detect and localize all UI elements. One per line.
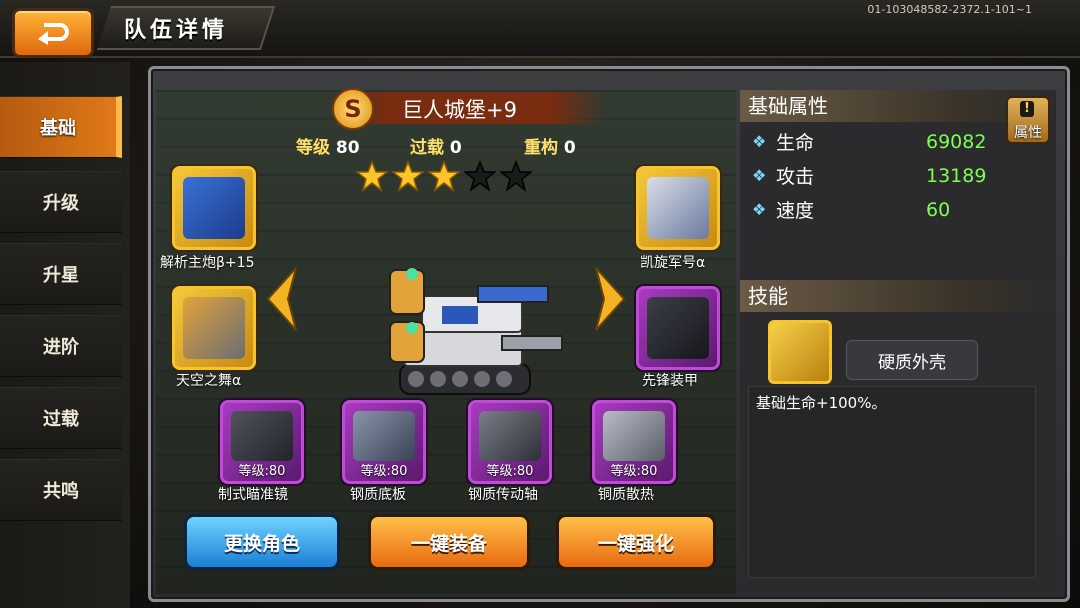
star-empty-icon <box>464 160 496 192</box>
part-label-heat-sink: 铜质散热 <box>598 487 654 503</box>
skill-name[interactable]: 硬质外壳 <box>846 340 978 380</box>
unit-overload: 过载 0 <box>410 133 462 158</box>
star-empty-icon <box>500 160 532 192</box>
star-filled-icon <box>356 160 388 192</box>
part-level: 等级:80 <box>238 464 286 479</box>
equip-label-sky-dance: 天空之舞α <box>176 373 242 389</box>
star-filled-icon <box>392 160 424 192</box>
attr-row-hp: ❖ 生命 69082 <box>752 128 986 155</box>
sidebar-item-advance[interactable]: 进阶 <box>0 315 122 377</box>
sidebar-item-label: 进阶 <box>43 337 79 358</box>
attributes-button-label: 属性 <box>1014 125 1042 141</box>
equip-slot-vanguard-armor[interactable] <box>636 286 720 370</box>
page-title-plate: 队伍详情 <box>96 6 276 50</box>
equip-slot-main-cannon[interactable] <box>172 166 256 250</box>
diamond-icon: ❖ <box>752 200 767 219</box>
attr-row-attack: ❖ 攻击 13189 <box>752 162 986 189</box>
sidebar-item-upgrade[interactable]: 升级 <box>0 171 122 233</box>
unit-name: 巨人城堡+9 <box>402 98 517 122</box>
sidebar-item-label: 升星 <box>43 265 79 286</box>
level-label: 等级 <box>296 138 330 158</box>
tank-illustration <box>389 268 563 395</box>
sidebar-item-overload[interactable]: 过载 <box>0 387 122 449</box>
skills-title: 技能 <box>740 280 1056 312</box>
armor-icon <box>647 297 709 359</box>
change-role-button[interactable]: 更换角色 <box>184 514 340 570</box>
overload-value: 0 <box>449 138 462 158</box>
level-value: 80 <box>335 138 360 158</box>
build-id: 01-103048582-2372.1-101~1 <box>867 3 1032 16</box>
shaft-icon <box>479 411 541 461</box>
plate-icon <box>353 411 415 461</box>
part-label-drive-shaft: 钢质传动轴 <box>468 487 538 503</box>
attr-value: 13189 <box>926 164 987 187</box>
back-button[interactable] <box>12 8 94 58</box>
sidebar-item-label: 共鸣 <box>43 481 79 502</box>
enhance-all-button[interactable]: 一键强化 <box>556 514 716 570</box>
next-unit-arrow-icon[interactable] <box>590 264 630 334</box>
part-slot-base-plate[interactable]: 等级:80 <box>342 400 426 484</box>
horn-icon <box>647 177 709 239</box>
equip-label-horn: 凯旋军号α <box>640 255 706 271</box>
attr-value: 69082 <box>926 130 987 153</box>
diamond-icon: ❖ <box>752 166 767 185</box>
sidebar-item-label: 过载 <box>43 409 79 430</box>
sidebar-item-label: 基础 <box>40 118 76 139</box>
part-slot-scope[interactable]: 等级:80 <box>220 400 304 484</box>
diamond-icon: ❖ <box>752 132 767 151</box>
sidebar-item-resonance[interactable]: 共鸣 <box>0 459 122 521</box>
attr-name: 速度 <box>776 200 815 222</box>
rank-badge: S <box>332 88 374 130</box>
skill-description-box <box>748 386 1036 578</box>
back-arrow-icon <box>38 23 69 45</box>
equip-label-main-cannon: 解析主炮β+15 <box>160 255 255 271</box>
part-slot-drive-shaft[interactable]: 等级:80 <box>468 400 552 484</box>
attributes-button[interactable]: ! 属性 <box>1006 96 1050 144</box>
star-filled-icon <box>428 160 460 192</box>
part-label-scope: 制式瞄准镜 <box>218 487 288 503</box>
skill-hard-shell-icon[interactable] <box>768 320 832 384</box>
prev-unit-arrow-icon[interactable] <box>262 264 302 334</box>
star-rating <box>356 160 532 192</box>
part-level: 等级:80 <box>486 464 534 479</box>
equip-all-button[interactable]: 一键装备 <box>368 514 530 570</box>
part-label-base-plate: 钢质底板 <box>350 487 406 503</box>
sidebar-item-basic[interactable]: 基础 <box>0 96 122 158</box>
equip-label-vanguard-armor: 先锋装甲 <box>642 373 698 389</box>
sidebar-item-label: 升级 <box>43 193 79 214</box>
attr-value: 60 <box>926 198 951 221</box>
rebuild-value: 0 <box>563 138 576 158</box>
sidebar-item-star-up[interactable]: 升星 <box>0 243 122 305</box>
skill-description: 基础生命+100%。 <box>756 394 887 412</box>
engine-icon <box>183 297 245 359</box>
cannon-icon <box>183 177 245 239</box>
unit-level: 等级 80 <box>296 133 360 158</box>
page-title: 队伍详情 <box>124 18 229 43</box>
equip-slot-sky-dance[interactable] <box>172 286 256 370</box>
part-level: 等级:80 <box>610 464 658 479</box>
scope-icon <box>231 411 293 461</box>
exclamation-icon: ! <box>1020 101 1034 117</box>
part-level: 等级:80 <box>360 464 408 479</box>
attr-name: 生命 <box>776 132 815 154</box>
equip-slot-horn[interactable] <box>636 166 720 250</box>
attr-name: 攻击 <box>776 166 815 188</box>
unit-rebuild: 重构 0 <box>524 133 576 158</box>
rebuild-label: 重构 <box>524 138 558 158</box>
heatsink-icon <box>603 411 665 461</box>
attr-row-speed: ❖ 速度 60 <box>752 196 950 223</box>
part-slot-heat-sink[interactable]: 等级:80 <box>592 400 676 484</box>
overload-label: 过载 <box>410 138 444 158</box>
